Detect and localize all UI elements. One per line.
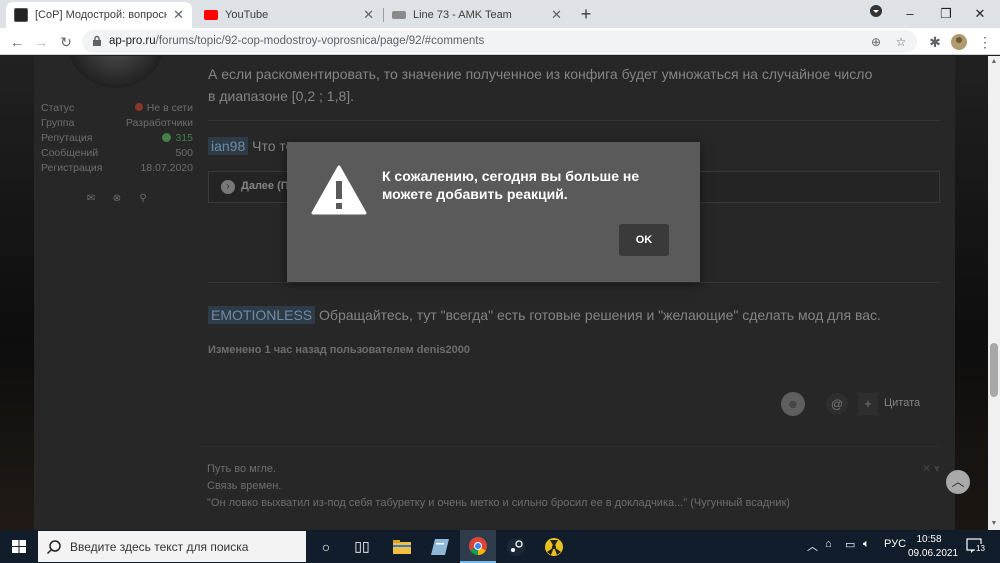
tab-title: Line 73 - AMK Team [413, 9, 512, 21]
reload-button[interactable]: ↻ [55, 31, 77, 53]
profile-avatar-icon[interactable] [948, 31, 970, 53]
action-center-icon[interactable]: 13 [965, 535, 987, 557]
browser-tab-strip: [CoP] Модострой: вопросница ✕ YouTube ✕ … [0, 0, 1000, 28]
system-clock[interactable]: 10:58 09.06.2021 [908, 533, 959, 561]
tab-cop-modostroy[interactable]: [CoP] Модострой: вопросница ✕ [6, 2, 192, 28]
browser-toolbar: ← → ↻ ap-pro.ru/forums/topic/92-cop-modo… [0, 28, 1000, 55]
scroll-up-arrow-icon[interactable]: ▲ [988, 56, 1000, 68]
show-hidden-icons-icon[interactable]: ︿ [807, 538, 818, 554]
stalker-game-icon[interactable] [536, 530, 572, 563]
network-icon[interactable]: ⌂ [825, 538, 832, 550]
youtube-favicon-icon [204, 10, 218, 20]
tab-line73[interactable]: Line 73 - AMK Team ✕ [384, 2, 570, 28]
bookmark-star-icon[interactable]: ☆ [892, 33, 910, 51]
notepad-app-icon[interactable] [422, 530, 458, 563]
close-tab-icon[interactable]: ✕ [551, 7, 562, 23]
site-favicon-icon [14, 8, 28, 22]
search-icon [46, 540, 61, 555]
browser-menu-icon[interactable]: ⋮ [974, 31, 996, 53]
dialog-message: К сожалению, сегодня вы больше не можете… [382, 168, 640, 202]
tab-title: YouTube [225, 9, 269, 21]
steam-app-icon[interactable] [498, 530, 534, 563]
back-button[interactable]: ← [6, 31, 28, 53]
extensions-icon[interactable]: ✱ [924, 31, 946, 53]
address-bar[interactable]: ap-pro.ru/forums/topic/92-cop-modostroy-… [82, 30, 917, 53]
warning-triangle-icon [311, 165, 367, 215]
cortana-icon[interactable]: ○ [308, 530, 344, 563]
forum-page: Статус Не в сети Группа Разработчики Реп… [0, 56, 1000, 530]
taskbar-search-input[interactable]: Введите здесь текст для поиска [38, 531, 306, 562]
scroll-down-arrow-icon[interactable]: ▼ [988, 518, 1000, 530]
battery-icon[interactable]: ▭ [845, 538, 855, 551]
url-text: ap-pro.ru/forums/topic/92-cop-modostroy-… [109, 35, 485, 47]
amk-favicon-icon [392, 11, 406, 19]
zoom-icon[interactable]: ⊕ [867, 33, 885, 51]
search-placeholder: Введите здесь текст для поиска [70, 540, 249, 554]
modal-backdrop [0, 56, 988, 530]
file-explorer-icon[interactable] [384, 530, 420, 563]
new-tab-button[interactable]: + [576, 4, 596, 24]
scrollbar-thumb[interactable] [990, 343, 998, 397]
tab-title: [CoP] Модострой: вопросница [35, 9, 168, 21]
chrome-app-icon[interactable] [460, 530, 496, 563]
close-tab-icon[interactable]: ✕ [363, 7, 374, 23]
windows-logo-icon [12, 540, 26, 553]
ok-button[interactable]: OK [619, 224, 669, 256]
forward-button[interactable]: → [30, 31, 52, 53]
volume-icon[interactable]: 🔈︎ [863, 538, 870, 551]
clock-date: 09.06.2021 [908, 548, 959, 559]
input-language[interactable]: РУС [884, 538, 906, 550]
close-tab-icon[interactable]: ✕ [173, 7, 184, 23]
task-view-icon[interactable]: ▯▯ [344, 530, 380, 563]
clock-time: 10:58 [916, 534, 942, 545]
lock-icon [93, 35, 101, 46]
start-button[interactable] [0, 530, 38, 563]
windows-taskbar: Введите здесь текст для поиска ○ ▯▯ ︿ ⌂ … [0, 530, 1000, 563]
notification-count-badge: 13 [975, 544, 986, 553]
close-window-button[interactable]: ✕ [960, 0, 1000, 28]
tab-youtube[interactable]: YouTube ✕ [196, 2, 382, 28]
minimize-button[interactable]: – [890, 0, 930, 28]
page-scrollbar[interactable]: ▲ ▼ [988, 56, 1000, 530]
reaction-limit-dialog: К сожалению, сегодня вы больше не можете… [287, 142, 700, 282]
